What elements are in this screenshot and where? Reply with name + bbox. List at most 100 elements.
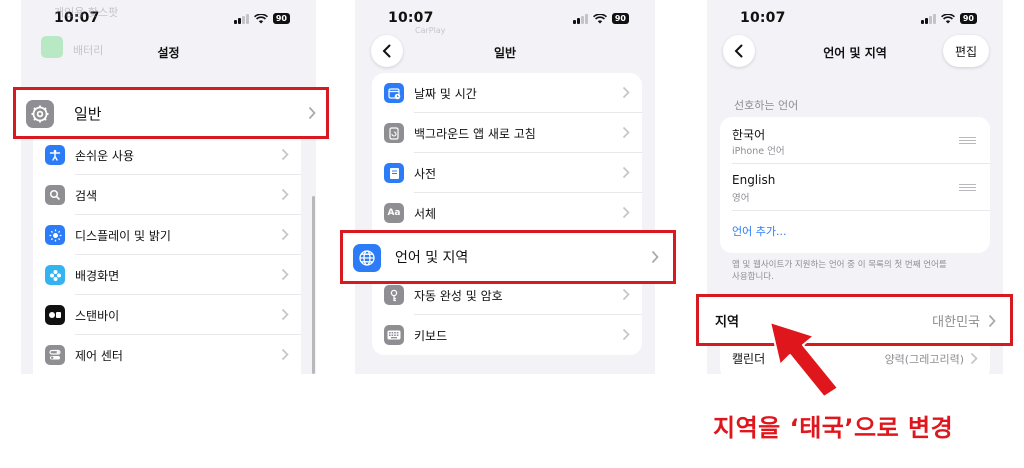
status-bar: 10:07 90 [707, 10, 1003, 28]
region-row[interactable]: 지역 대한민국 [696, 294, 1013, 346]
settings-item-control-center[interactable]: 제어 센터 [33, 335, 301, 374]
edit-button[interactable]: 편집 [943, 35, 989, 67]
control-center-icon [45, 345, 65, 365]
chevron-right-icon [281, 228, 289, 241]
footnote-line: 사용합니다. [732, 272, 774, 282]
battery-icon: 90 [959, 13, 977, 24]
general-item-date-time[interactable]: 날짜 및 시간 [372, 73, 642, 113]
brightness-icon [45, 225, 65, 245]
chevron-right-icon [281, 348, 289, 361]
general-item-fonts[interactable]: Aa 서체 [372, 193, 642, 233]
font-icon: Aa [384, 203, 404, 223]
chevron-right-icon [281, 308, 289, 321]
chevron-right-icon [622, 328, 630, 341]
standby-icon [45, 305, 65, 325]
chevron-right-icon [308, 106, 316, 120]
settings-item-label: 디스플레이 및 밝기 [75, 228, 171, 243]
footnote-line: 앱 및 웹사이트가 지원하는 언어 중 이 목록의 첫 번째 언어를 [732, 260, 947, 270]
scrollbar[interactable] [312, 196, 315, 374]
settings-item-label: 제어 센터 [75, 348, 123, 363]
region-label: 지역 [715, 314, 739, 330]
settings-screen: 10:07 90 개인용 핫스팟 배터리 설정 손쉬운 사용 검색 디스플레이 … [21, 0, 316, 374]
add-language-row[interactable]: 언어 추가... [720, 211, 990, 253]
chevron-right-icon [622, 86, 630, 99]
cellular-signal-icon [920, 14, 936, 24]
general-item-keyboard[interactable]: 키보드 [372, 315, 642, 355]
add-language-link[interactable]: 언어 추가... [732, 223, 786, 239]
reorder-handle-icon[interactable] [959, 184, 976, 193]
calendar-clock-icon [384, 83, 404, 103]
wifi-icon [592, 14, 607, 24]
settings-item-label: 검색 [75, 188, 98, 203]
status-bar: 10:07 90 [355, 10, 655, 28]
battery-icon: 90 [272, 13, 290, 24]
settings-item-search[interactable]: 검색 [33, 175, 301, 215]
wifi-icon [253, 14, 268, 24]
general-item-label: 키보드 [414, 328, 448, 343]
general-item-label: 백그라운드 앱 새로 고침 [414, 126, 536, 141]
general-item-language-region[interactable]: 언어 및 지역 [340, 230, 676, 284]
general-list: 날짜 및 시간 백그라운드 앱 새로 고침 사전 Aa 서체 자동 완성 및 암… [372, 73, 642, 355]
general-item-dictionary[interactable]: 사전 [372, 153, 642, 193]
languages-footnote: 앱 및 웹사이트가 지원하는 언어 중 이 목록의 첫 번째 언어를 사용합니다… [732, 259, 947, 283]
chevron-right-icon [988, 314, 996, 328]
globe-icon [353, 244, 381, 272]
navbar: 언어 및 지역 편집 [707, 32, 1003, 72]
chevron-right-icon [622, 206, 630, 219]
accessibility-icon [45, 145, 65, 165]
cellular-signal-icon [233, 14, 249, 24]
general-item-background-refresh[interactable]: 백그라운드 앱 새로 고침 [372, 113, 642, 153]
language-name: 한국어 [732, 128, 766, 142]
language-row-english[interactable]: English 영어 [720, 164, 990, 211]
battery-icon: 90 [611, 13, 629, 24]
navbar: 설정 [21, 32, 316, 72]
settings-item-general-label: 일반 [74, 104, 102, 123]
faded-item-hotspot: 개인용 핫스팟 [54, 6, 119, 19]
autofill-icon [384, 285, 404, 305]
region-value: 대한민국 [932, 314, 980, 330]
app-refresh-icon [384, 123, 404, 143]
calendar-value: 양력(그레고리력) [884, 353, 964, 366]
keyboard-icon [384, 325, 404, 345]
status-time: 10:07 [740, 10, 786, 26]
settings-item-display[interactable]: 디스플레이 및 밝기 [33, 215, 301, 255]
settings-item-wallpaper[interactable]: 배경화면 [33, 255, 301, 295]
chevron-right-icon [970, 352, 978, 365]
navbar: 일반 [355, 32, 655, 72]
preferred-languages-list: 한국어 iPhone 언어 English 영어 언어 추가... [720, 117, 990, 253]
settings-item-accessibility[interactable]: 손쉬운 사용 [33, 135, 301, 175]
chevron-right-icon [281, 188, 289, 201]
instruction-caption: 지역을 ‘태국’으로 변경 [713, 414, 954, 442]
settings-item-label: 배경화면 [75, 268, 120, 283]
gear-icon [26, 100, 54, 128]
settings-item-label: 스탠바이 [75, 308, 120, 323]
wallpaper-icon [45, 265, 65, 285]
chevron-right-icon [281, 268, 289, 281]
section-header-preferred-languages: 선호하는 언어 [734, 99, 799, 112]
search-icon [45, 185, 65, 205]
language-region-label: 언어 및 지역 [395, 250, 469, 266]
general-screen: 10:07 90 CarPlay 일반 날짜 및 시간 백그라운드 앱 새로 고… [355, 0, 655, 374]
settings-item-general[interactable]: 일반 [13, 87, 329, 139]
language-subtitle: iPhone 언어 [732, 146, 785, 157]
settings-item-standby[interactable]: 스탠바이 [33, 295, 301, 335]
settings-item-label: 손쉬운 사용 [75, 148, 135, 163]
chevron-right-icon [281, 148, 289, 161]
red-arrow-icon [769, 321, 839, 398]
status-time: 10:07 [388, 10, 434, 26]
general-item-label: 자동 완성 및 암호 [414, 288, 503, 303]
general-item-label: 서체 [414, 206, 437, 221]
page-title: 일반 [493, 46, 517, 60]
language-name: English [732, 173, 776, 187]
reorder-handle-icon[interactable] [959, 137, 976, 146]
language-row-korean[interactable]: 한국어 iPhone 언어 [720, 117, 990, 164]
cellular-signal-icon [572, 14, 588, 24]
page-title: 설정 [157, 46, 180, 60]
chevron-right-icon [622, 126, 630, 139]
general-item-label: 사전 [414, 166, 437, 181]
chevron-right-icon [651, 250, 659, 264]
settings-list: 손쉬운 사용 검색 디스플레이 및 밝기 배경화면 스탠바이 제어 센터 [33, 124, 301, 374]
chevron-right-icon [622, 166, 630, 179]
language-subtitle: 영어 [732, 193, 750, 204]
chevron-right-icon [622, 288, 630, 301]
